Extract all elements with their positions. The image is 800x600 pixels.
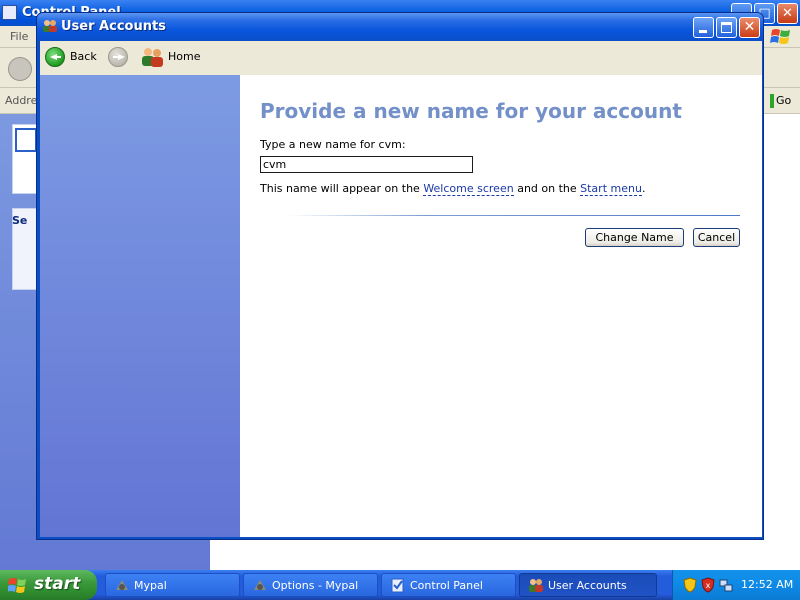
- taskbar: start Mypal Options - Mypal Control Pane…: [0, 570, 800, 600]
- user-accounts-window: User Accounts ✕ Back Home Provide a new …: [36, 12, 764, 540]
- forward-arrow-icon[interactable]: [108, 47, 128, 67]
- go-label: Go: [776, 94, 792, 107]
- svg-text:x: x: [706, 581, 711, 590]
- control-panel-checklist-icon: [15, 128, 37, 152]
- navigation-bar: Back Home: [40, 41, 762, 75]
- taskbar-item-label: User Accounts: [548, 579, 627, 592]
- control-panel-icon: [2, 5, 17, 20]
- cancel-button[interactable]: Cancel: [693, 228, 740, 247]
- maximize-icon: [721, 22, 732, 33]
- see-also-heading: Se: [12, 214, 28, 227]
- security-alert-icon[interactable]: x: [701, 577, 715, 593]
- welcome-screen-link[interactable]: Welcome screen: [423, 182, 514, 196]
- start-label: start: [34, 574, 81, 594]
- home-button-label[interactable]: Home: [168, 50, 200, 63]
- name-info-text: This name will appear on the Welcome scr…: [260, 182, 646, 196]
- window-title: User Accounts: [61, 19, 166, 34]
- control-panel-back-icon[interactable]: [8, 57, 32, 81]
- control-panel-close-button[interactable]: ✕: [777, 3, 798, 24]
- taskbar-item-label: Options - Mypal: [272, 579, 359, 592]
- divider: [288, 215, 740, 216]
- go-button[interactable]: Go: [766, 92, 800, 110]
- back-arrow-icon[interactable]: [45, 47, 65, 67]
- taskbar-item-control-panel[interactable]: Control Panel: [381, 573, 516, 597]
- taskbar-item-label: Control Panel: [410, 579, 483, 592]
- left-task-pane: [40, 75, 240, 537]
- user-accounts-titlebar[interactable]: User Accounts ✕: [37, 13, 763, 41]
- note-suffix: .: [641, 182, 646, 195]
- windows-logo-icon: [8, 578, 26, 593]
- go-arrow-icon: [770, 94, 774, 108]
- close-icon: ✕: [743, 19, 756, 35]
- taskbar-item-options-mypal[interactable]: Options - Mypal: [243, 573, 378, 597]
- home-icon[interactable]: [141, 46, 165, 68]
- start-button[interactable]: start: [0, 570, 97, 600]
- taskbar-item-label: Mypal: [134, 579, 167, 592]
- back-button-label[interactable]: Back: [70, 50, 97, 63]
- system-tray: x 12:52 AM: [672, 570, 800, 600]
- new-name-input[interactable]: [260, 156, 473, 173]
- page-title: Provide a new name for your account: [260, 99, 682, 123]
- taskbar-item-user-accounts[interactable]: User Accounts: [519, 573, 657, 597]
- mypal-icon: [116, 580, 128, 590]
- security-shield-icon[interactable]: [683, 577, 697, 593]
- maximize-button[interactable]: [716, 17, 737, 38]
- control-panel-icon: [391, 578, 404, 593]
- taskbar-item-mypal[interactable]: Mypal: [105, 573, 240, 597]
- content-pane: Provide a new name for your account Type…: [240, 75, 762, 537]
- mypal-icon: [254, 580, 266, 590]
- name-prompt-label: Type a new name for cvm:: [260, 138, 406, 151]
- note-middle: and on the: [513, 182, 581, 195]
- minimize-button[interactable]: [693, 17, 714, 38]
- network-icon[interactable]: [719, 577, 733, 593]
- close-button[interactable]: ✕: [739, 17, 760, 38]
- change-name-button[interactable]: Change Name: [585, 228, 684, 247]
- clock[interactable]: 12:52 AM: [741, 578, 793, 591]
- minimize-icon: [699, 30, 707, 33]
- user-accounts-icon: [529, 579, 543, 592]
- note-prefix: This name will appear on the: [260, 182, 424, 195]
- menu-file[interactable]: File: [10, 30, 28, 43]
- user-accounts-icon: [43, 20, 57, 32]
- windows-logo-icon: [770, 29, 790, 44]
- start-menu-link[interactable]: Start menu: [580, 182, 642, 196]
